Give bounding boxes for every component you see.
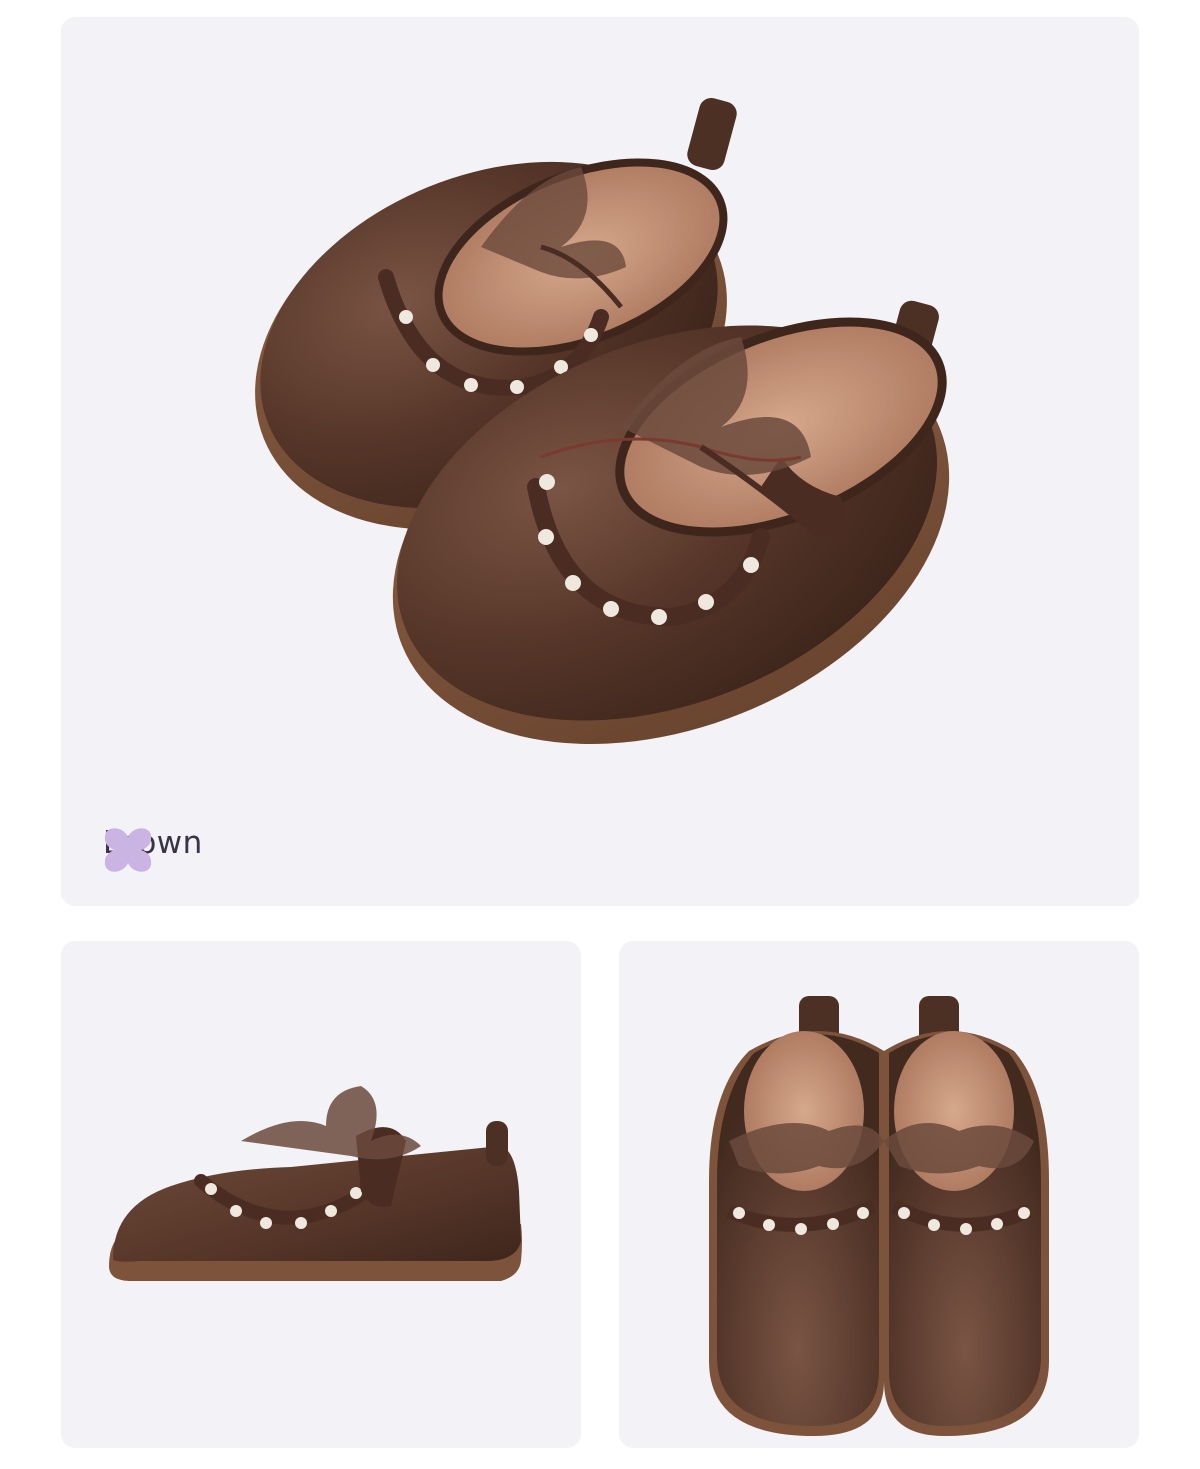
side-profile-shoe-illustration (109, 1086, 522, 1281)
top-view-image-card (619, 941, 1139, 1448)
product-gallery: Brown (0, 0, 1200, 1469)
shoe-pair-illustration (255, 97, 950, 744)
top-down-pair-illustration (709, 996, 1049, 1436)
left-shoe-top (709, 996, 884, 1436)
right-shoe-top (884, 996, 1049, 1436)
flower-swatch-icon (104, 828, 152, 872)
color-variant-label: Brown (103, 825, 203, 872)
side-view-image-card (61, 941, 581, 1448)
main-product-image-card: Brown (61, 17, 1139, 906)
